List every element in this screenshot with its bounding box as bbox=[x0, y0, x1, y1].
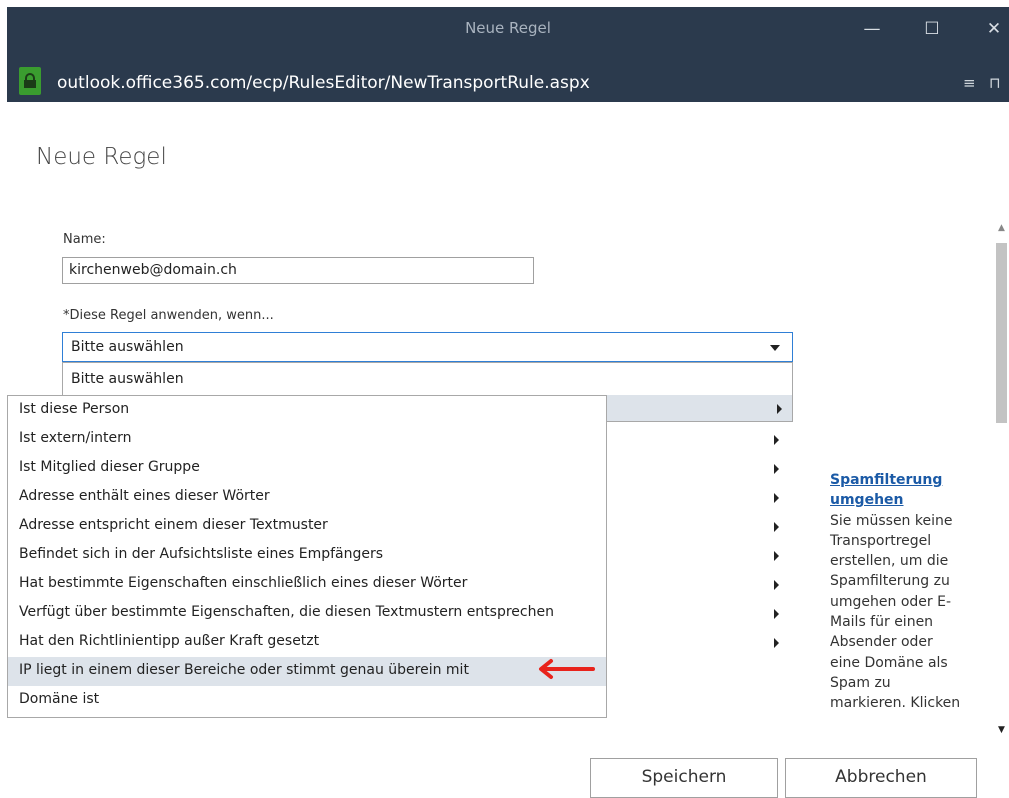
help-text-line: markieren. Klicken bbox=[830, 695, 961, 712]
submenu-item[interactable]: Ist diese Person bbox=[8, 396, 606, 425]
lock-icon bbox=[19, 67, 41, 95]
help-link-line[interactable]: Spamfilterung bbox=[830, 470, 980, 490]
condition-select-value: Bitte auswählen bbox=[71, 339, 184, 355]
help-text-line: Absender oder bbox=[830, 634, 933, 651]
maximize-icon[interactable]: ☐ bbox=[917, 17, 947, 41]
submenu-item[interactable]: Domäne ist bbox=[8, 686, 606, 715]
submenu-item[interactable]: Ist extern/intern bbox=[8, 425, 606, 454]
condition-submenu: Ist diese Person Ist extern/intern Ist M… bbox=[7, 395, 607, 718]
url-text[interactable]: outlook.office365.com/ecp/RulesEditor/Ne… bbox=[57, 73, 590, 93]
scroll-thumb[interactable] bbox=[996, 243, 1007, 423]
save-button[interactable]: Speichern bbox=[590, 758, 778, 798]
submenu-item-selected[interactable]: IP liegt in einem dieser Bereiche oder s… bbox=[8, 657, 606, 686]
condition-label: *Diese Regel anwenden, wenn... bbox=[63, 308, 274, 323]
window-titlebar: Neue Regel — ☐ ✕ bbox=[7, 7, 1009, 65]
submenu-arrow-icon bbox=[774, 522, 779, 532]
submenu-arrow-icon bbox=[774, 551, 779, 561]
help-text-line: eine Domäne als bbox=[830, 654, 948, 671]
help-panel: Spamfilterung umgehen Sie müssen keine T… bbox=[830, 470, 980, 714]
reader-view-icon[interactable]: ≡ bbox=[963, 74, 976, 92]
submenu-item[interactable]: Ist Mitglied dieser Gruppe bbox=[8, 454, 606, 483]
submenu-arrow-icon bbox=[777, 404, 782, 414]
name-field[interactable]: kirchenweb@domain.ch bbox=[62, 257, 534, 284]
submenu-item[interactable]: Hat den Richtlinientipp außer Kraft gese… bbox=[8, 628, 606, 657]
help-text-line: Spam zu bbox=[830, 674, 891, 691]
address-bar: outlook.office365.com/ecp/RulesEditor/Ne… bbox=[7, 65, 1009, 102]
submenu-item[interactable]: Hat bestimmte Eigenschaften einschließli… bbox=[8, 570, 606, 599]
submenu-item[interactable]: Verfügt über bestimmte Eigenschaften, di… bbox=[8, 599, 606, 628]
condition-select[interactable]: Bitte auswählen bbox=[62, 332, 793, 362]
help-text-line: Sie müssen keine bbox=[830, 512, 953, 529]
submenu-item[interactable]: Befindet sich in der Aufsichtsliste eine… bbox=[8, 541, 606, 570]
help-text-line: Transportregel bbox=[830, 532, 932, 549]
scroll-down-icon[interactable]: ▼ bbox=[998, 725, 1005, 735]
close-icon[interactable]: ✕ bbox=[979, 17, 1009, 41]
help-text-line: erstellen, um die bbox=[830, 553, 949, 570]
submenu-arrow-icon bbox=[774, 609, 779, 619]
dropdown-option-default[interactable]: Bitte auswählen bbox=[71, 371, 184, 387]
help-text-line: Spamfilterung zu bbox=[830, 573, 950, 590]
minimize-icon[interactable]: — bbox=[857, 17, 887, 41]
scroll-up-icon[interactable]: ▲ bbox=[998, 223, 1005, 233]
bookmark-icon[interactable]: ⊓ bbox=[989, 74, 1001, 92]
cancel-button[interactable]: Abbrechen bbox=[785, 758, 977, 798]
submenu-item[interactable]: Adresse enthält eines dieser Wörter bbox=[8, 483, 606, 512]
submenu-item[interactable]: Adresse entspricht einem dieser Textmust… bbox=[8, 512, 606, 541]
chevron-down-icon bbox=[770, 345, 780, 351]
submenu-arrow-icon bbox=[774, 435, 779, 445]
annotation-arrow-icon bbox=[539, 659, 595, 679]
help-scrollbar[interactable]: ▲ ▼ bbox=[994, 217, 1009, 747]
submenu-arrow-icon bbox=[774, 580, 779, 590]
help-text-line: umgehen oder E- bbox=[830, 593, 951, 610]
help-text-line: Mails für einen bbox=[830, 614, 934, 631]
submenu-arrow-icon bbox=[774, 464, 779, 474]
page-title: Neue Regel bbox=[36, 144, 167, 170]
submenu-arrow-icon bbox=[774, 493, 779, 503]
name-label: Name: bbox=[63, 232, 106, 247]
submenu-arrow-icon bbox=[774, 638, 779, 648]
help-link-line[interactable]: umgehen bbox=[830, 490, 980, 510]
